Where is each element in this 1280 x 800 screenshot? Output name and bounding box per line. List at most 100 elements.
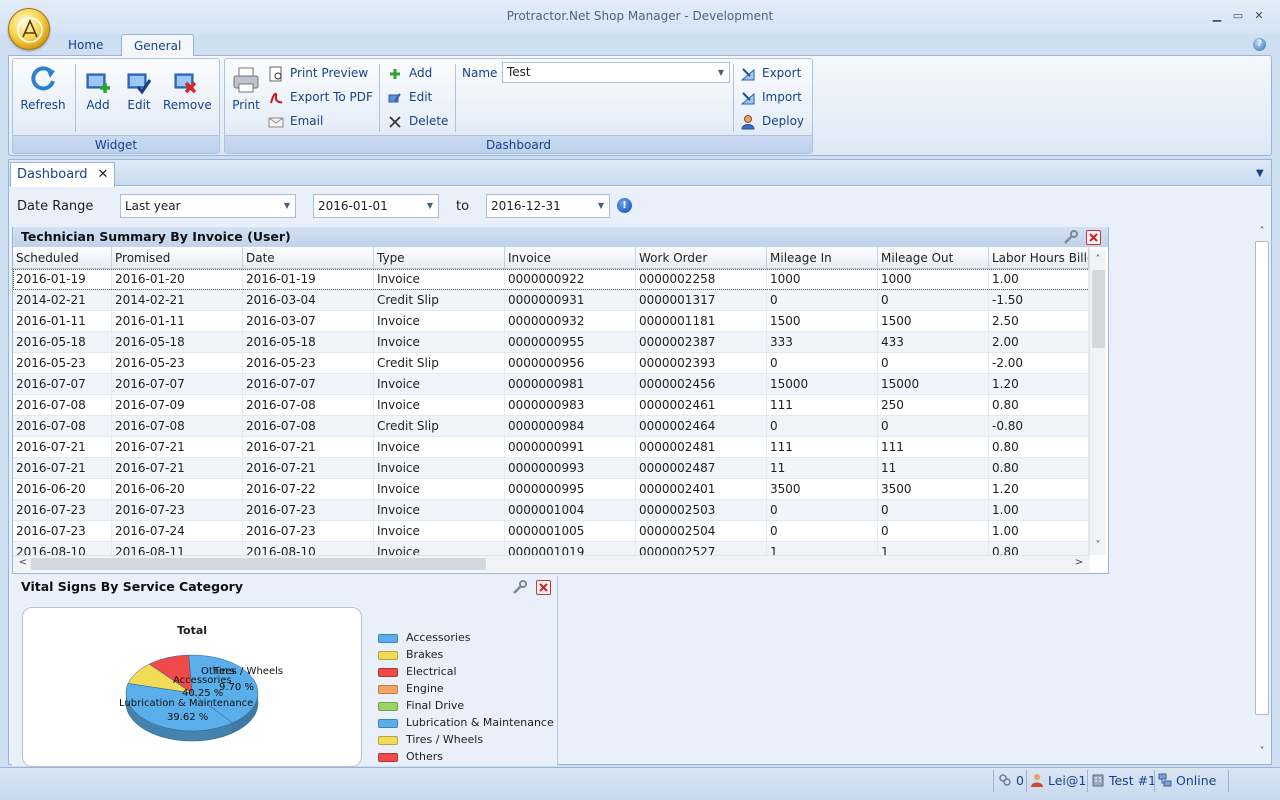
table-row[interactable]: 2016-07-23 2016-07-24 2016-07-23 Invoice 000…	[13, 521, 1090, 542]
tab-dashboard[interactable]: Dashboard ✕	[10, 162, 116, 187]
table-cell: 333	[767, 332, 878, 352]
close-window-button[interactable]: ✕	[1252, 10, 1266, 22]
dashboard-add-button[interactable]: Add	[387, 63, 432, 83]
grid-hscroll-thumb[interactable]	[31, 558, 486, 570]
dashboard-vscroll-thumb[interactable]	[1255, 241, 1269, 715]
legend-item: Others	[378, 748, 554, 765]
legend-label: Accessories	[406, 631, 471, 644]
widget-remove-button[interactable]: Remove	[163, 71, 212, 112]
scroll-up-icon[interactable]: ˄	[1090, 254, 1106, 265]
table-cell: 2016-08-11	[112, 542, 243, 555]
widget-edit-button[interactable]: Edit	[124, 71, 154, 112]
maximize-button[interactable]: ▭	[1231, 10, 1245, 22]
table-cell: 433	[878, 332, 989, 352]
scroll-left-icon[interactable]: <	[15, 557, 31, 568]
info-icon[interactable]: !	[617, 198, 632, 213]
column-header[interactable]: Invoice	[505, 247, 636, 268]
printer-icon	[233, 67, 259, 93]
scroll-down-icon[interactable]: ˅	[1090, 540, 1106, 551]
table-row[interactable]: 2016-08-10 2016-08-11 2016-08-10 Invoice 000…	[13, 542, 1090, 555]
table-row[interactable]: 2016-07-08 2016-07-09 2016-07-08 Invoice 000…	[13, 395, 1090, 416]
table-row[interactable]: 2016-06-20 2016-06-20 2016-07-22 Invoice 000…	[13, 479, 1090, 500]
delete-icon	[387, 114, 403, 130]
table-row[interactable]: 2016-07-21 2016-07-21 2016-07-21 Invoice 000…	[13, 458, 1090, 479]
table-row[interactable]: 2016-01-11 2016-01-11 2016-03-07 Invoice 000…	[13, 311, 1090, 332]
table-row[interactable]: 2016-05-23 2016-05-23 2016-05-23 Credit Sli…	[13, 353, 1090, 374]
grid-vscroll-thumb[interactable]	[1092, 270, 1105, 348]
table-cell: 3500	[767, 479, 878, 499]
table-row[interactable]: 2016-07-08 2016-07-08 2016-07-08 Credit Sli…	[13, 416, 1090, 437]
table-cell: 0000002464	[636, 416, 767, 436]
dashboard-edit-button[interactable]: Edit	[387, 87, 432, 107]
table-cell: 2016-05-18	[243, 332, 374, 352]
import-button[interactable]: Import	[740, 87, 802, 107]
table-cell: 2016-07-23	[243, 500, 374, 520]
column-header[interactable]: Scheduled	[13, 247, 112, 268]
table-cell: 0000002527	[636, 542, 767, 555]
legend-label: Tires / Wheels	[406, 733, 484, 746]
table-row[interactable]: 2016-01-19 2016-01-20 2016-01-19 Invoice 000…	[13, 269, 1090, 290]
dashboard-name-select[interactable]: Test ▼	[502, 62, 730, 83]
chevron-down-icon: ▼	[426, 201, 434, 210]
table-cell: 2016-03-07	[243, 311, 374, 331]
table-row[interactable]: 2014-02-21 2014-02-21 2016-03-04 Credit Sli…	[13, 290, 1090, 311]
status-connection[interactable]: Online	[1158, 772, 1216, 790]
date-range-select[interactable]: Last year ▼	[120, 194, 296, 218]
start-date-picker[interactable]: 2016-01-01 ▼	[313, 194, 439, 218]
close-tab-icon[interactable]: ✕	[98, 167, 109, 182]
print-preview-button[interactable]: Print Preview	[268, 63, 368, 83]
help-icon[interactable]: ?	[1253, 38, 1266, 51]
table-row[interactable]: 2016-07-23 2016-07-23 2016-07-23 Invoice 000…	[13, 500, 1090, 521]
table-row[interactable]: 2016-05-18 2016-05-18 2016-05-18 Invoice 000…	[13, 332, 1090, 353]
widget-add-button[interactable]: Add	[83, 71, 113, 112]
close-panel-icon[interactable]	[1086, 230, 1101, 245]
column-header[interactable]: Work Order	[636, 247, 767, 268]
column-header[interactable]: Mileage In	[767, 247, 878, 268]
print-button[interactable]: Print	[230, 65, 262, 112]
column-header[interactable]: Type	[374, 247, 505, 268]
table-cell: 2016-07-21	[243, 458, 374, 478]
close-panel-icon[interactable]	[536, 580, 551, 595]
refresh-button[interactable]: Refresh	[20, 63, 66, 112]
grid-body: 2016-01-19 2016-01-20 2016-01-19 Invoice 000…	[13, 269, 1090, 555]
chevron-down-icon: ▼	[283, 201, 291, 210]
scroll-up-icon[interactable]: ˄	[1254, 226, 1270, 237]
table-row[interactable]: 2016-07-21 2016-07-21 2016-07-21 Invoice 000…	[13, 437, 1090, 458]
column-header[interactable]: Promised	[112, 247, 243, 268]
grid-vertical-scrollbar[interactable]: ˄ ˅	[1089, 250, 1106, 555]
deploy-button[interactable]: Deploy	[740, 111, 804, 131]
legend-swatch	[378, 650, 398, 660]
wrench-settings-icon[interactable]	[1063, 230, 1078, 245]
email-button[interactable]: Email	[268, 111, 323, 131]
table-row[interactable]: 2016-07-07 2016-07-07 2016-07-07 Invoice 000…	[13, 374, 1090, 395]
table-cell: 2016-07-08	[243, 395, 374, 415]
tab-list-dropdown-icon[interactable]: ▼	[1256, 168, 1264, 179]
table-cell: 1	[767, 542, 878, 555]
tab-general[interactable]: General	[121, 34, 195, 56]
status-company[interactable]: Test #1	[1091, 772, 1156, 790]
scroll-down-icon[interactable]: ˅	[1254, 746, 1270, 757]
wrench-settings-icon[interactable]	[512, 580, 527, 595]
table-cell: 2016-05-23	[112, 353, 243, 373]
tab-home[interactable]: Home	[56, 34, 115, 56]
status-count[interactable]: 0	[998, 772, 1024, 790]
import-icon	[740, 90, 756, 106]
end-date-picker[interactable]: 2016-12-31 ▼	[486, 194, 610, 218]
table-cell: 1000	[878, 269, 989, 289]
chart-panel-title: Vital Signs By Service Category	[13, 577, 557, 597]
table-cell: 2016-05-23	[13, 353, 112, 373]
table-cell: 2016-07-21	[112, 437, 243, 457]
column-header[interactable]: Mileage Out	[878, 247, 989, 268]
column-header[interactable]: Date	[243, 247, 374, 268]
export-pdf-button[interactable]: Export To PDF	[268, 87, 373, 107]
minimize-button[interactable]: ▁	[1210, 10, 1224, 22]
status-user[interactable]: Lei@1	[1030, 772, 1086, 790]
dashboard-delete-button[interactable]: Delete	[387, 111, 448, 131]
grid-horizontal-scrollbar[interactable]: < >	[13, 555, 1090, 572]
application-menu-button[interactable]	[8, 8, 50, 50]
widget-remove-label: Remove	[163, 98, 212, 112]
scroll-right-icon[interactable]: >	[1071, 557, 1087, 568]
column-header[interactable]: Labor Hours Billed	[989, 247, 1089, 268]
export-button[interactable]: Export	[740, 63, 801, 83]
table-cell: 2.00	[989, 332, 1089, 352]
